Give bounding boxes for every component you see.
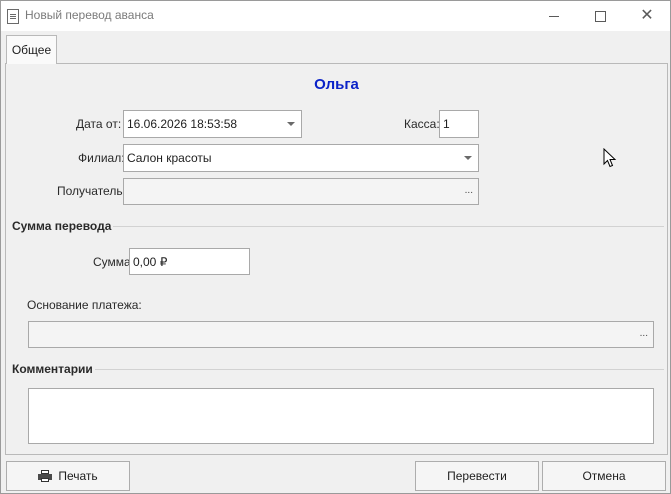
printer-icon (38, 470, 53, 482)
comments-section-title: Комментарии (12, 362, 93, 376)
branch-label: Филиал: (78, 151, 125, 165)
print-button[interactable]: Печать (6, 461, 130, 491)
basis-label: Основание платежа: (27, 298, 142, 312)
client-name: Ольга (314, 76, 359, 93)
print-label: Печать (58, 469, 98, 483)
section-divider (113, 226, 664, 227)
branch-select[interactable]: Салон красоты (123, 144, 479, 172)
amount-value: 0,00 ₽ (133, 255, 168, 269)
close-icon: ✕ (640, 7, 654, 24)
chevron-down-icon[interactable] (287, 122, 295, 126)
window-title: Новый перевод аванса (25, 8, 154, 22)
maximize-button[interactable] (577, 1, 623, 31)
cancel-label: Отмена (582, 469, 626, 483)
branch-value: Салон красоты (127, 151, 212, 165)
section-divider (95, 369, 664, 370)
recipient-field[interactable]: ... (123, 178, 479, 205)
mouse-cursor-icon (603, 148, 617, 168)
ellipsis-icon[interactable]: ... (640, 322, 648, 346)
maximize-icon (594, 10, 606, 22)
transfer-button[interactable]: Перевести (415, 461, 539, 491)
date-field[interactable]: 16.06.2026 18:53:58 (123, 110, 302, 138)
document-icon (7, 9, 19, 24)
transfer-label: Перевести (447, 469, 507, 483)
amount-label: Сумма: (93, 255, 135, 269)
date-label: Дата от: (76, 117, 122, 131)
recipient-label: Получатель: (57, 184, 126, 198)
basis-field[interactable]: ... (28, 321, 654, 348)
cash-label: Касса: (404, 117, 440, 131)
transfer-section-title: Сумма перевода (12, 219, 112, 233)
cash-field[interactable]: 1 (439, 110, 479, 138)
ellipsis-icon[interactable]: ... (465, 179, 473, 203)
chevron-down-icon[interactable] (464, 156, 472, 160)
close-button[interactable]: ✕ (624, 1, 670, 31)
amount-field[interactable]: 0,00 ₽ (129, 248, 250, 275)
minimize-button[interactable] (531, 1, 577, 31)
dialog-window: Новый перевод аванса ✕ Общее Ольга Дата … (0, 0, 671, 494)
title-bar: Новый перевод аванса ✕ (1, 1, 670, 31)
cash-value: 1 (443, 117, 450, 131)
date-value: 16.06.2026 18:53:58 (127, 117, 238, 131)
cancel-button[interactable]: Отмена (542, 461, 666, 491)
minimize-icon (549, 15, 559, 17)
comments-textarea[interactable] (28, 388, 654, 444)
tab-general[interactable]: Общее (6, 35, 57, 64)
